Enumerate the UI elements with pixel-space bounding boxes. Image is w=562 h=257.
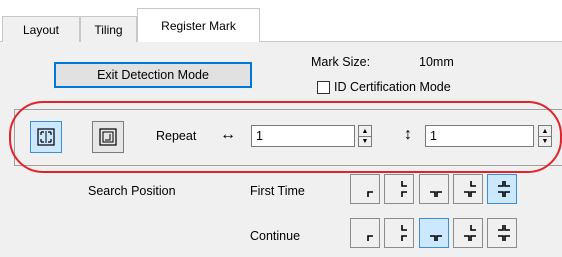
spin-up-icon[interactable]: ▲ xyxy=(539,126,551,136)
exit-detection-mode-button[interactable]: Exit Detection Mode xyxy=(54,62,252,88)
first-time-position-button-4[interactable] xyxy=(453,174,483,204)
continue-position-button-1[interactable] xyxy=(350,218,380,248)
spin-down-icon[interactable]: ▼ xyxy=(359,136,371,146)
repeat-marks-icon xyxy=(37,128,55,146)
mark-size-label: Mark Size: xyxy=(311,55,371,69)
continue-position-button-2[interactable] xyxy=(384,218,414,248)
first-time-position-button-5[interactable] xyxy=(487,174,517,204)
repeat-label: Repeat xyxy=(156,129,197,143)
tab-tiling[interactable]: Tiling xyxy=(80,16,137,42)
corner-3-icon xyxy=(430,235,442,241)
repeat-mode-a-button[interactable] xyxy=(30,121,62,153)
continue-position-button-5[interactable] xyxy=(487,218,517,248)
corner-2-icon xyxy=(401,181,407,197)
corner-4-icon xyxy=(498,181,510,197)
search-position-label: Search Position xyxy=(88,184,176,198)
tab-register-mark[interactable]: Register Mark xyxy=(137,8,260,42)
continue-position-button-3[interactable] xyxy=(419,218,449,248)
spin-up-icon[interactable]: ▲ xyxy=(359,126,371,136)
repeat-vertical-input[interactable]: 1 xyxy=(425,125,534,147)
corner-3-icon xyxy=(430,191,442,197)
first-time-label: First Time xyxy=(250,184,305,198)
id-certification-checkbox[interactable] xyxy=(317,81,330,94)
corner-3b-icon xyxy=(464,225,476,241)
corner-1-icon xyxy=(367,235,373,241)
spin-down-icon[interactable]: ▼ xyxy=(539,136,551,146)
id-certification-label: ID Certification Mode xyxy=(334,80,451,94)
first-time-position-button-1[interactable] xyxy=(350,174,380,204)
corner-2-icon xyxy=(401,225,407,241)
first-time-position-button-2[interactable] xyxy=(384,174,414,204)
continue-position-button-4[interactable] xyxy=(453,218,483,248)
continue-label: Continue xyxy=(250,229,301,243)
repeat-mode-b-button[interactable] xyxy=(92,121,124,153)
horizontal-arrows-icon: ↔ xyxy=(220,126,236,143)
single-mark-icon xyxy=(99,128,117,146)
corner-4-icon xyxy=(498,225,510,241)
mark-size-value: 10mm xyxy=(419,55,454,69)
first-time-position-button-3[interactable] xyxy=(419,174,449,204)
corner-1-icon xyxy=(367,191,373,197)
repeat-horizontal-spinner[interactable]: ▲ ▼ xyxy=(358,125,372,147)
repeat-vertical-spinner[interactable]: ▲ ▼ xyxy=(538,125,552,147)
tab-layout[interactable]: Layout xyxy=(2,16,80,42)
repeat-horizontal-input[interactable]: 1 xyxy=(251,125,355,147)
vertical-arrows-icon: ↕ xyxy=(404,126,412,143)
corner-3b-icon xyxy=(464,181,476,197)
